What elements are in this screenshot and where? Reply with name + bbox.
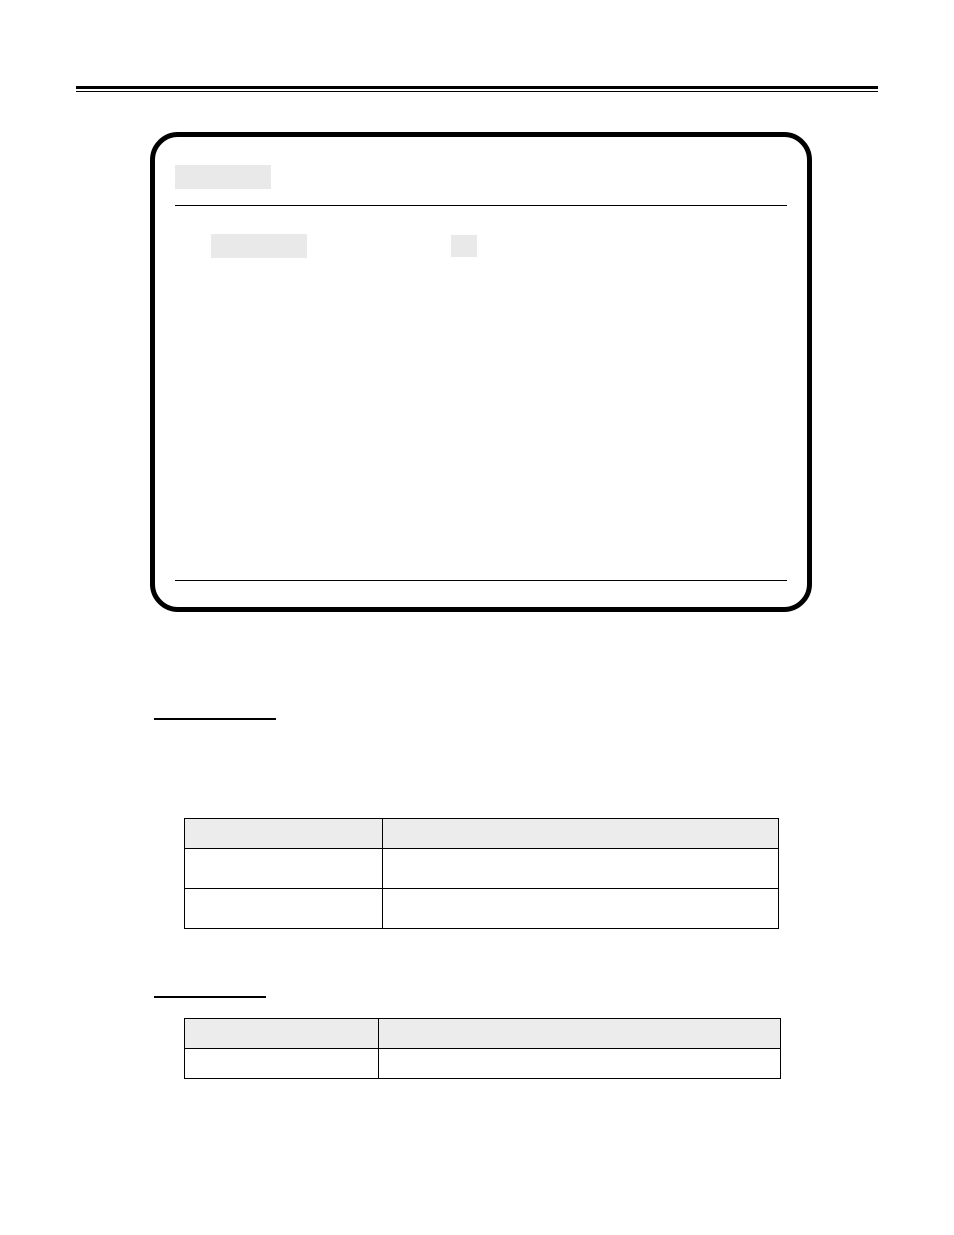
table-2-cell (379, 1049, 781, 1079)
table-row (185, 819, 779, 849)
table-1 (184, 818, 779, 929)
table-1-cell (185, 889, 383, 929)
section-1-underline (154, 718, 276, 720)
table-1-cell (185, 849, 383, 889)
content-box-header (175, 165, 787, 199)
content-box-row (175, 234, 787, 258)
row-highlight-b (451, 235, 477, 257)
content-box (150, 132, 812, 612)
table-1-cell (383, 889, 779, 929)
table-2-header-2 (379, 1019, 781, 1049)
row-highlight-a (211, 234, 307, 258)
content-box-footer-rule (175, 580, 787, 581)
table-row (185, 889, 779, 929)
header-highlight (175, 165, 271, 189)
table-1-cell (383, 849, 779, 889)
section-2-underline (154, 996, 266, 998)
table-1-header-1 (185, 819, 383, 849)
page-top-rule (76, 86, 878, 92)
table-2-header-1 (185, 1019, 379, 1049)
table-2-cell (185, 1049, 379, 1079)
table-row (185, 849, 779, 889)
table-1-header-2 (383, 819, 779, 849)
table-row (185, 1049, 781, 1079)
content-box-inner (175, 165, 787, 581)
content-box-header-rule (175, 205, 787, 206)
table-2 (184, 1018, 781, 1079)
page (0, 0, 954, 1235)
table-row (185, 1019, 781, 1049)
